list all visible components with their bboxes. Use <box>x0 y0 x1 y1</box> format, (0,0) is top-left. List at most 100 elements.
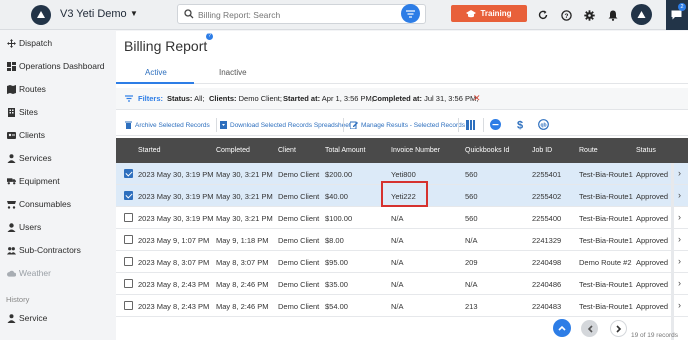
row-checkbox[interactable] <box>124 235 133 244</box>
chevron-right-icon[interactable]: › <box>678 234 681 244</box>
column-header[interactable]: Invoice Number <box>391 147 440 154</box>
sidebar-item-service[interactable]: Service <box>0 308 110 328</box>
bell-icon[interactable] <box>606 8 620 22</box>
sidebar-item-services[interactable]: Services <box>0 148 110 168</box>
scroll-to-top-button[interactable] <box>553 319 571 337</box>
chat-icon <box>671 10 682 20</box>
column-header[interactable]: Route <box>579 147 598 154</box>
table-scrollbar[interactable] <box>671 163 674 340</box>
table-row[interactable]: 2023 May 30, 3:19 PM May 30, 3:21 PM Dem… <box>116 207 688 229</box>
row-checkbox[interactable] <box>124 301 133 310</box>
archive-selected-button[interactable]: Archive Selected Records <box>125 121 210 129</box>
sidebar-item-dispatch[interactable]: Dispatch <box>0 33 110 53</box>
sidebar-item-equipment[interactable]: Equipment <box>0 171 110 191</box>
columns-icon[interactable] <box>465 119 476 130</box>
sidebar-item-users[interactable]: Users <box>0 217 110 237</box>
sidebar-item-sub-contractors[interactable]: Sub-Contractors <box>0 240 110 260</box>
clear-filters-icon[interactable]: ✕ <box>473 93 481 104</box>
edit-icon <box>350 121 358 129</box>
svg-text:$: $ <box>516 120 522 131</box>
table-row[interactable]: 2023 May 9, 1:07 PM May 9, 1:18 PM Demo … <box>116 229 688 251</box>
info-icon[interactable]: ? <box>206 33 213 40</box>
manage-results-button[interactable]: Manage Results - Selected Records <box>350 121 465 129</box>
sidebar-item-operations-dashboard[interactable]: Operations Dashboard <box>0 56 110 76</box>
svg-text:?: ? <box>564 13 568 20</box>
chevron-right-icon[interactable]: › <box>678 190 681 200</box>
tab-inactive[interactable]: Inactive <box>219 68 247 77</box>
row-checkbox[interactable] <box>124 191 133 200</box>
more-options-icon[interactable] <box>490 119 501 130</box>
dashboard-icon <box>7 61 16 71</box>
column-header[interactable]: Job ID <box>532 147 552 154</box>
trash-icon <box>125 121 132 129</box>
tab-active[interactable]: Active <box>145 68 167 77</box>
chevron-right-icon[interactable]: › <box>678 256 681 266</box>
filter-icon <box>406 9 415 18</box>
sidebar-item-routes[interactable]: Routes <box>0 79 110 99</box>
search-input[interactable] <box>198 8 373 21</box>
app-title[interactable]: V3 Yeti Demo <box>60 8 127 20</box>
table-row[interactable]: 2023 May 30, 3:19 PM May 30, 3:21 PM Dem… <box>116 163 688 185</box>
chevron-down-icon[interactable]: ▼ <box>130 9 138 18</box>
quickbooks-icon[interactable]: qb <box>538 119 549 130</box>
chevron-right-icon[interactable]: › <box>678 278 681 288</box>
filters-label[interactable]: Filters: <box>138 94 163 103</box>
toolbar-divider <box>216 118 217 132</box>
sidebar-item-sites[interactable]: Sites <box>0 102 110 122</box>
chevron-right-icon[interactable]: › <box>678 300 681 310</box>
column-header[interactable]: Status <box>636 147 656 154</box>
table-row[interactable]: 2023 May 30, 3:19 PM May 30, 3:21 PM Dem… <box>116 185 688 207</box>
chevron-left-icon <box>587 324 593 333</box>
search-filter-button[interactable] <box>401 4 420 23</box>
clients-icon <box>7 131 16 140</box>
next-page-button[interactable] <box>610 320 627 337</box>
column-header[interactable]: Completed <box>216 147 250 154</box>
yeti-logo-icon[interactable] <box>31 5 51 25</box>
chevron-right-icon[interactable]: › <box>678 212 681 222</box>
chevron-right-icon[interactable]: › <box>678 168 681 178</box>
sidebar-item-weather[interactable]: Weather <box>0 263 110 283</box>
actions-toolbar: Archive Selected Records Download Select… <box>116 114 688 136</box>
consumables-icon <box>7 200 16 209</box>
routes-icon <box>7 84 16 94</box>
search-bar[interactable] <box>177 4 426 24</box>
history-heading: History <box>6 295 30 304</box>
search-icon <box>184 9 194 19</box>
row-checkbox[interactable] <box>124 257 133 266</box>
dollar-icon[interactable]: $ <box>514 119 525 131</box>
row-checkbox[interactable] <box>124 169 133 178</box>
subcontractors-icon <box>7 246 16 255</box>
download-spreadsheet-button[interactable]: Download Selected Records Spreadsheet <box>220 121 351 129</box>
toolbar-divider <box>343 118 344 132</box>
toolbar-divider <box>458 118 459 132</box>
chevron-right-icon <box>615 324 621 333</box>
messages-button[interactable]: 2 <box>666 0 688 30</box>
table-header: Started Completed Client Total Amount In… <box>116 138 688 163</box>
column-header[interactable]: Total Amount <box>325 147 365 154</box>
filter-completed-at: Completed at: Jul 31, 3:56 PM; <box>372 94 479 103</box>
sidebar-item-clients[interactable]: Clients <box>0 125 110 145</box>
row-checkbox[interactable] <box>124 279 133 288</box>
row-checkbox[interactable] <box>124 213 133 222</box>
previous-page-button[interactable] <box>581 320 598 337</box>
weather-icon <box>7 269 16 278</box>
users-icon <box>7 222 16 232</box>
table-row[interactable]: 2023 May 8, 2:43 PM May 8, 2:46 PM Demo … <box>116 295 688 317</box>
svg-text:qb: qb <box>540 123 546 129</box>
filter-icon <box>125 95 133 102</box>
gear-icon[interactable] <box>582 8 596 22</box>
refresh-icon[interactable] <box>536 8 550 22</box>
training-button[interactable]: Training <box>451 5 527 22</box>
page-title: Billing Report <box>124 38 208 54</box>
column-header[interactable]: Quickbooks Id <box>465 147 509 154</box>
column-header[interactable]: Client <box>278 147 296 154</box>
table-row[interactable]: 2023 May 8, 2:43 PM May 8, 2:46 PM Demo … <box>116 273 688 295</box>
sites-icon <box>7 107 16 117</box>
service-icon <box>7 313 16 323</box>
sidebar-item-consumables[interactable]: Consumables <box>0 194 110 214</box>
column-header[interactable]: Started <box>138 147 161 154</box>
avatar[interactable] <box>631 4 652 25</box>
tab-bar: Active Inactive <box>116 61 688 84</box>
table-row[interactable]: 2023 May 8, 3:07 PM May 8, 3:07 PM Demo … <box>116 251 688 273</box>
help-circle-icon[interactable]: ? <box>559 8 573 22</box>
